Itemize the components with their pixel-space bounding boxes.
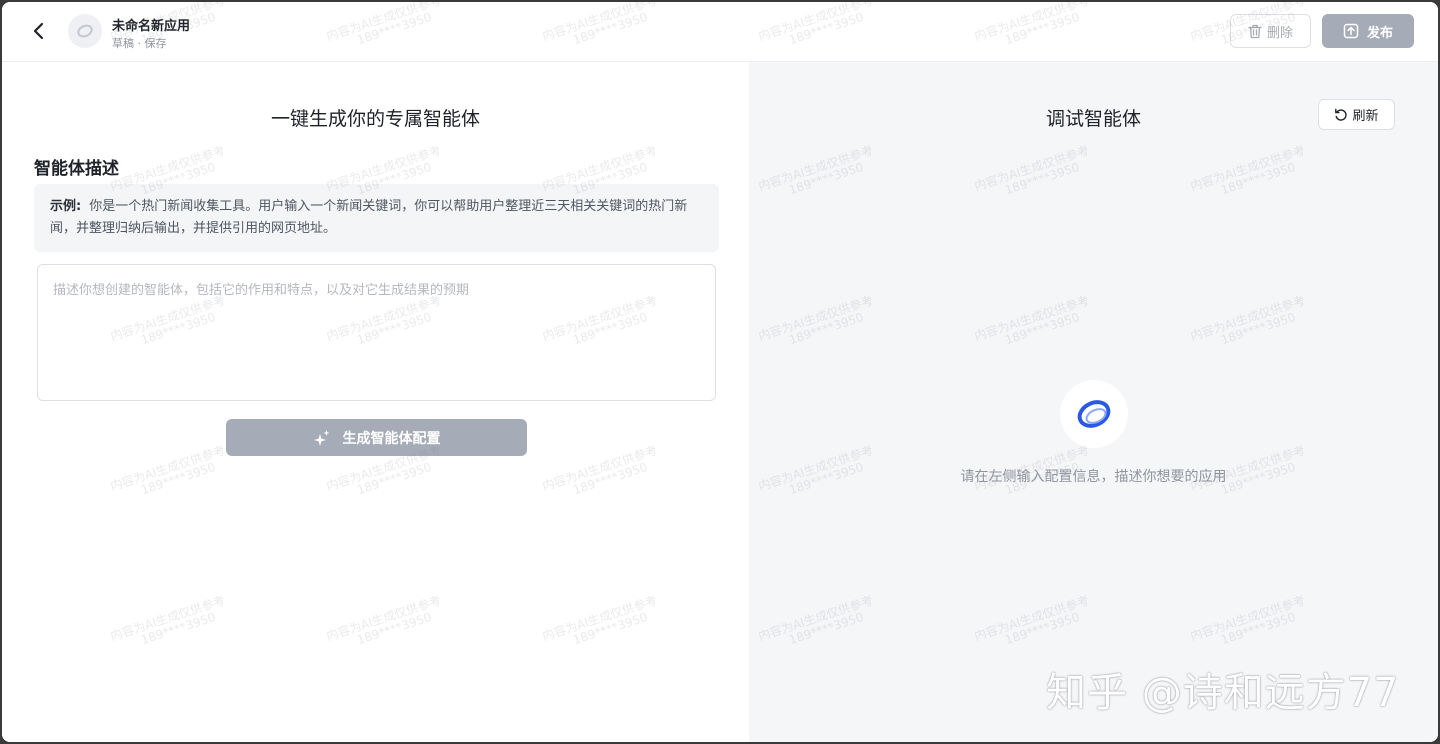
app-window: 未命名新应用 草稿 · 保存 删除 发布 一键生成你的专属智能体 智能体描述 示…: [2, 2, 1438, 742]
section-label: 智能体描述: [34, 159, 119, 179]
upload-icon: [1343, 23, 1359, 39]
generate-label: 生成智能体配置: [342, 430, 441, 447]
app-avatar[interactable]: [68, 14, 102, 48]
app-title[interactable]: 未命名新应用: [112, 15, 190, 34]
back-button[interactable]: [26, 18, 52, 44]
builder-title: 一键生成你的专属智能体: [270, 108, 480, 130]
refresh-button[interactable]: 刷新: [1318, 99, 1395, 130]
brand-logo-icon: [1077, 400, 1111, 428]
delete-label: 删除: [1266, 25, 1293, 41]
description-input[interactable]: [37, 264, 716, 401]
example-box: 示例: 你是一个热门新闻收集工具。用户输入一个新闻关键词，你可以帮助用户整理近三天…: [34, 184, 719, 252]
trash-icon: [1248, 24, 1262, 38]
example-label: 示例:: [50, 199, 82, 214]
app-status: 草稿 · 保存: [112, 37, 167, 50]
brand-logo: [1060, 380, 1128, 448]
builder-panel: 一键生成你的专属智能体 智能体描述 示例: 你是一个热门新闻收集工具。用户输入一个…: [2, 62, 749, 742]
delete-button[interactable]: 删除: [1230, 14, 1311, 48]
chevron-left-icon: [33, 22, 44, 40]
example-text: 你是一个热门新闻收集工具。用户输入一个新闻关键词，你可以帮助用户整理近三天相关关…: [50, 199, 688, 236]
corner-watermark: 知乎 @诗和远方77: [1046, 670, 1400, 716]
top-bar: 未命名新应用 草稿 · 保存 删除 发布: [2, 2, 1438, 62]
generate-config-button[interactable]: 生成智能体配置: [226, 419, 527, 456]
publish-button[interactable]: 发布: [1322, 14, 1414, 48]
app-avatar-icon: [77, 24, 93, 38]
sparkle-icon: [313, 429, 329, 446]
debug-panel: 调试智能体 刷新 请在左侧输入配置信息，描述你想要的应用: [749, 62, 1438, 742]
publish-label: 发布: [1366, 25, 1393, 41]
refresh-icon: [1335, 108, 1348, 121]
empty-hint: 请在左侧输入配置信息，描述你想要的应用: [960, 469, 1227, 485]
refresh-label: 刷新: [1352, 109, 1379, 124]
